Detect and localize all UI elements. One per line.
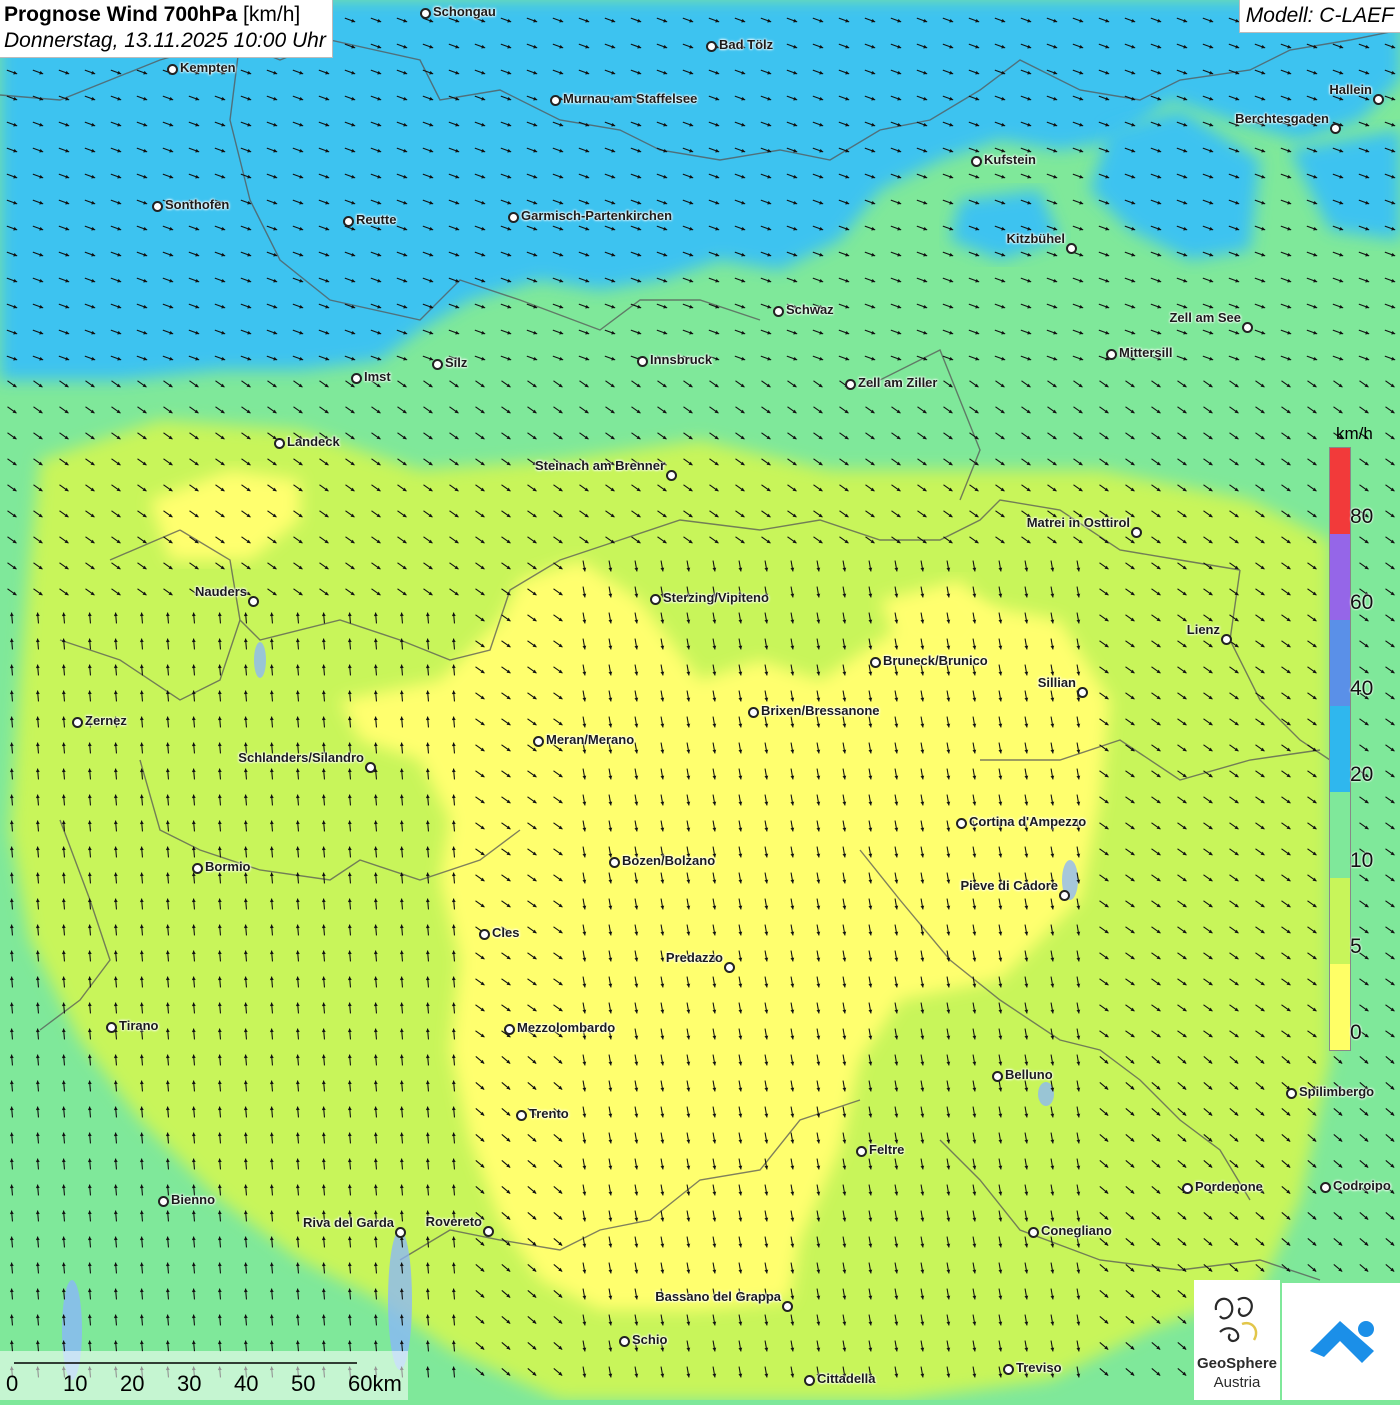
lake: [388, 1230, 412, 1370]
lake: [254, 642, 266, 678]
